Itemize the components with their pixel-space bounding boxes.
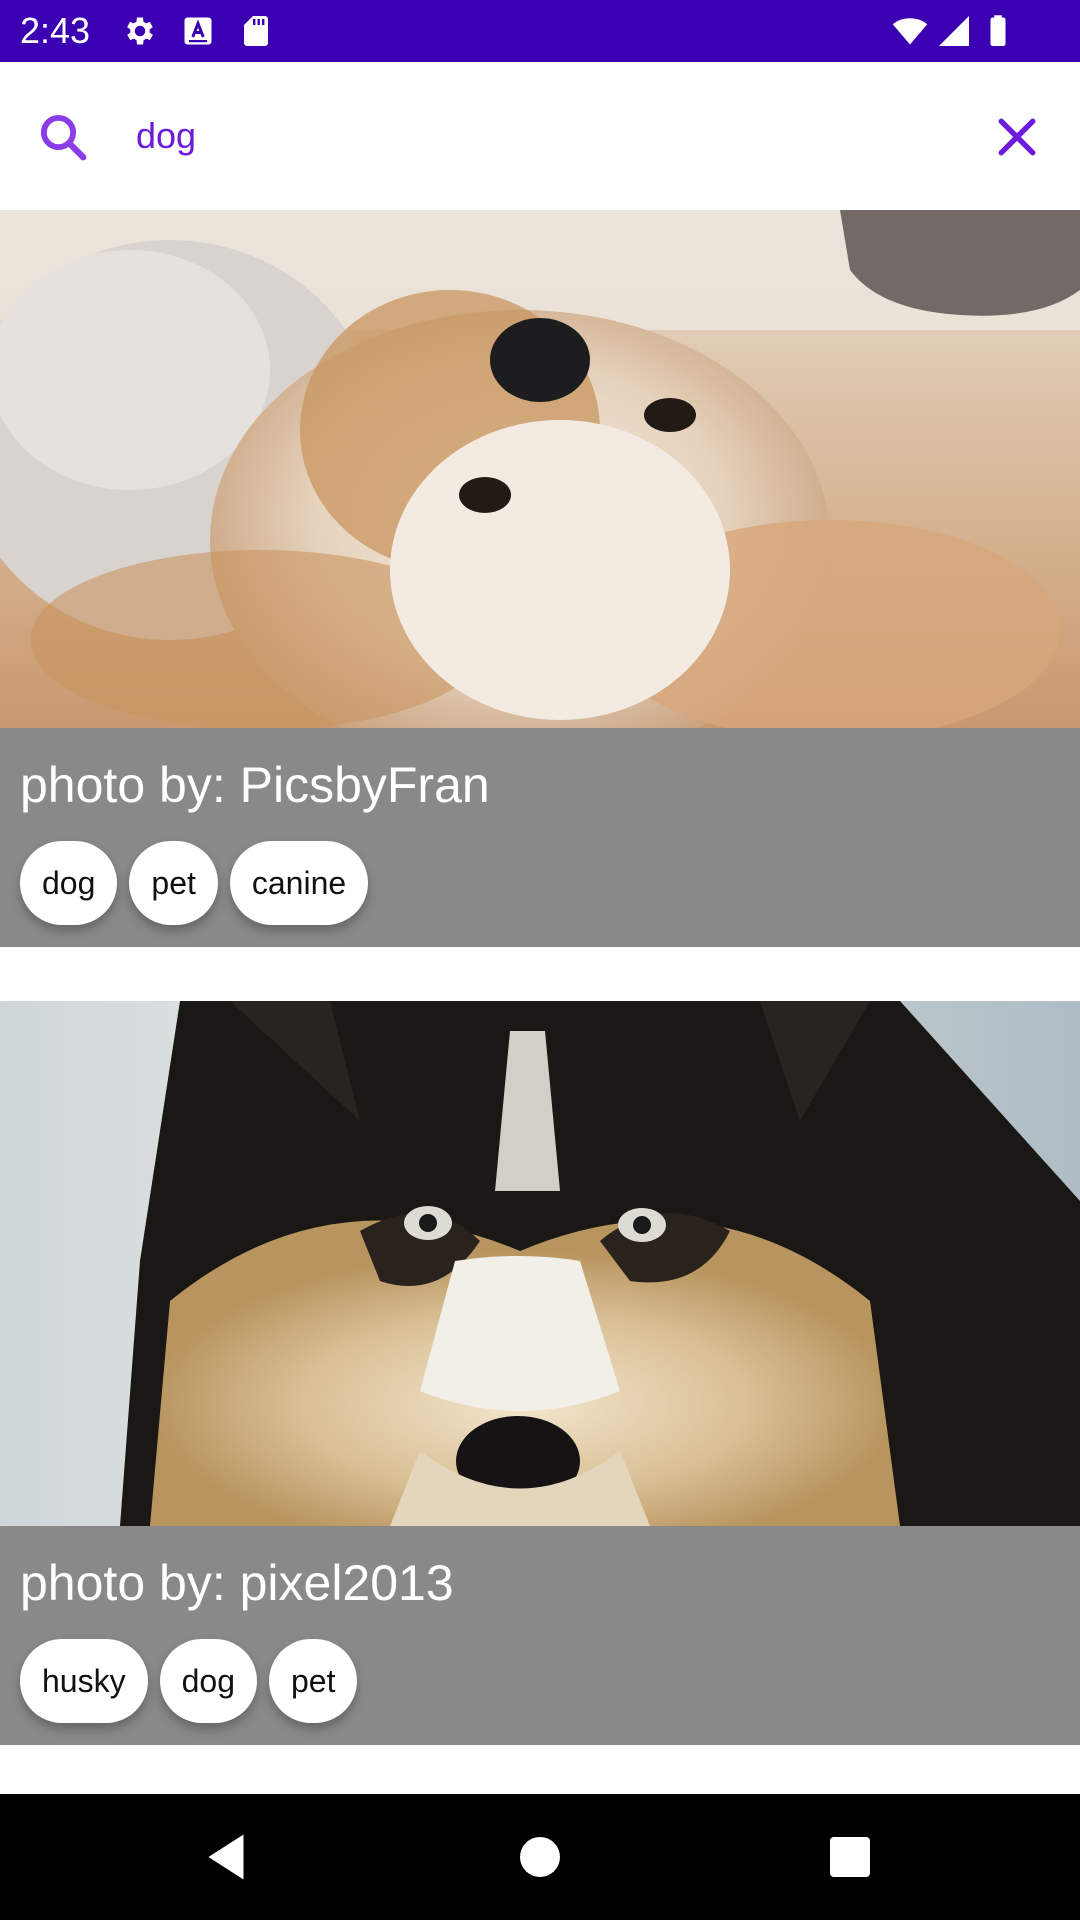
tag-chip[interactable]: dog (20, 841, 118, 925)
tag-chip[interactable]: pet (129, 841, 218, 925)
search-bar (0, 62, 1080, 210)
gear-icon (127, 17, 153, 45)
tag-chip[interactable]: canine (229, 841, 369, 925)
results-list[interactable]: photo by: PicsbyFran dog pet canine phot… (0, 210, 1080, 1794)
result-card[interactable]: photo by: PicsbyFran dog pet canine (0, 210, 1080, 947)
status-bar: 2:43 (0, 0, 1080, 62)
wifi-icon (892, 18, 928, 45)
search-input[interactable] (136, 106, 956, 166)
tag-chip[interactable]: dog (159, 1639, 257, 1723)
back-icon[interactable] (196, 1827, 256, 1887)
photo-info-panel: photo by: PicsbyFran dog pet canine (0, 728, 1080, 947)
status-time: 2:43 (20, 10, 91, 51)
result-card[interactable]: photo by: pixel2013 husky dog pet (0, 1001, 1080, 1745)
photo-credit: photo by: pixel2013 (20, 1555, 454, 1611)
battery-icon (990, 15, 1006, 46)
sd-card-icon (244, 16, 268, 46)
dog-lying-on-floor-photo[interactable] (0, 210, 1080, 728)
tag-chip[interactable]: pet (268, 1639, 358, 1723)
husky-face-photo[interactable] (0, 1001, 1080, 1526)
tag-chip[interactable]: husky (20, 1639, 148, 1723)
photo-info-panel: photo by: pixel2013 husky dog pet (0, 1526, 1080, 1745)
signal-icon (939, 16, 969, 46)
app-screen: 2:43 dog photo by: PicsbyFran dog pet ca… (0, 0, 1080, 1920)
tag-list: husky dog pet (20, 1639, 358, 1724)
search-icon[interactable] (36, 110, 90, 164)
navigation-bar (0, 1794, 1080, 1920)
photo-credit: photo by: PicsbyFran (20, 757, 490, 813)
tag-list: dog pet canine (20, 841, 369, 926)
recents-icon[interactable] (820, 1827, 880, 1887)
text-a-icon (184, 17, 212, 45)
close-icon[interactable] (990, 110, 1044, 164)
home-icon[interactable] (510, 1827, 570, 1887)
